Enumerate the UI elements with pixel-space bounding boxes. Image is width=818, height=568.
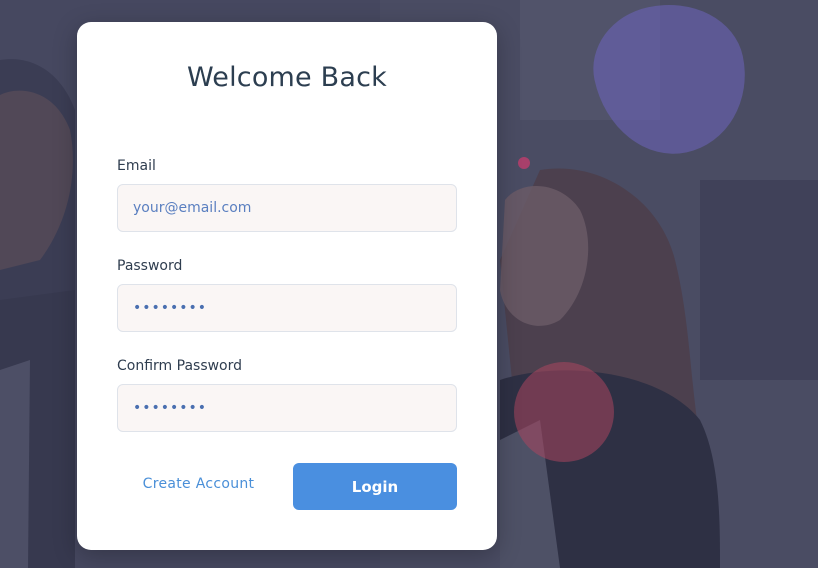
email-label: Email [117, 158, 156, 174]
create-account-link[interactable]: Create Account [117, 476, 280, 492]
decorative-pink-dot [518, 157, 530, 169]
page-title: Welcome Back [186, 62, 388, 93]
confirm-password-field[interactable] [117, 384, 457, 432]
decorative-pink-circle [514, 362, 614, 462]
email-field[interactable] [117, 184, 457, 232]
confirm-password-label: Confirm Password [117, 358, 243, 374]
login-button[interactable]: Login [293, 463, 457, 510]
login-card: Welcome Back Email Password Confirm Pass… [77, 22, 497, 550]
password-field[interactable] [117, 284, 457, 332]
password-label: Password [117, 258, 183, 274]
login-screen: Welcome Back Email Password Confirm Pass… [0, 0, 818, 568]
